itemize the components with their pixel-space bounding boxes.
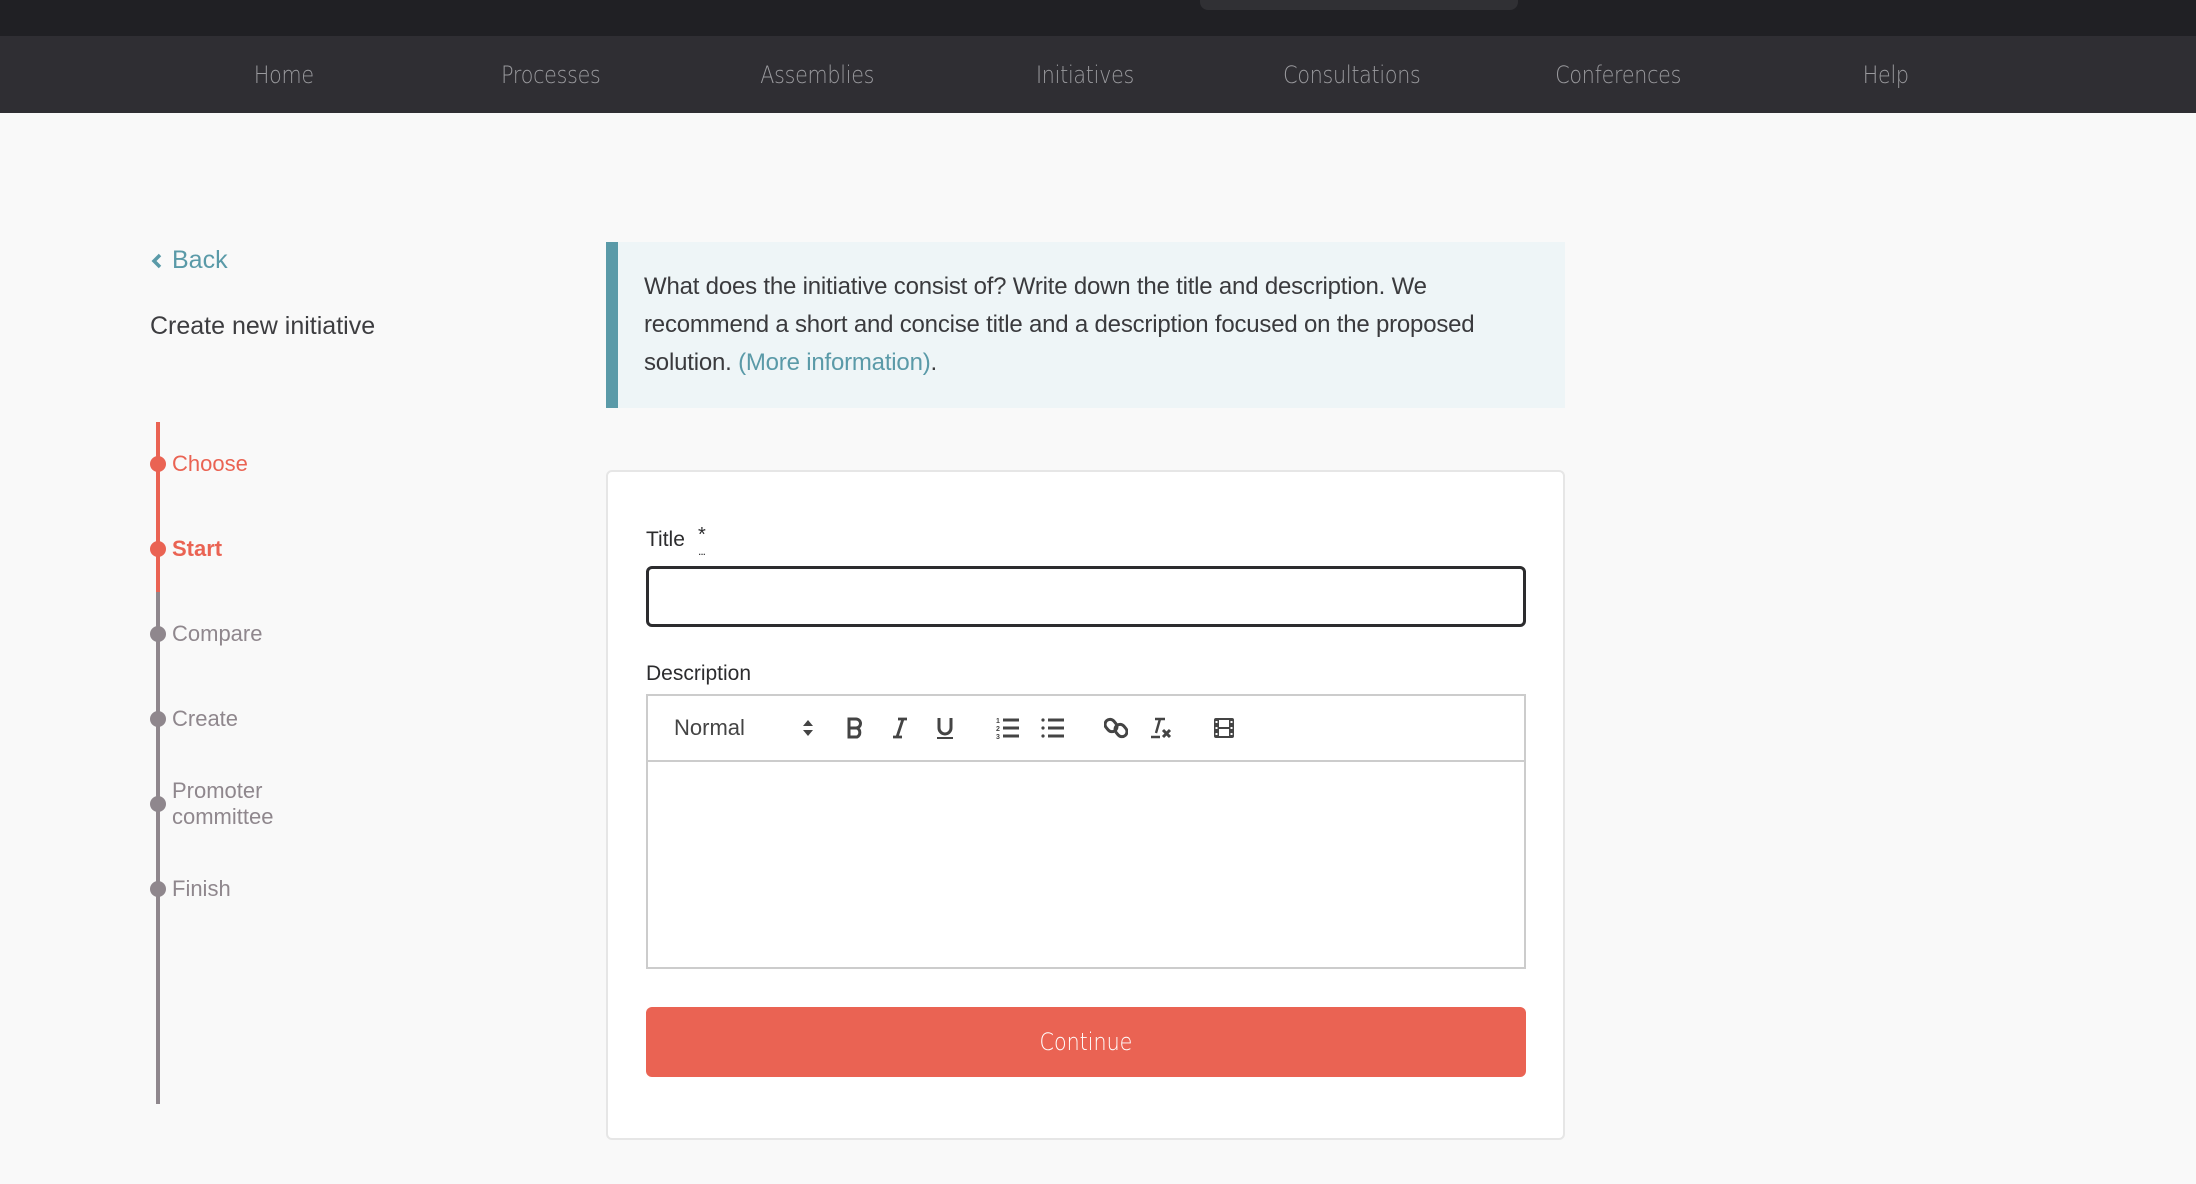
format-select-value: Normal [674, 715, 745, 740]
callout-text: What does the initiative consist of? Wri… [644, 268, 1539, 382]
title-input[interactable] [646, 566, 1526, 627]
video-button[interactable] [1201, 708, 1246, 748]
underline-icon [936, 718, 953, 739]
format-select[interactable]: Normal [674, 715, 814, 741]
top-bar [0, 0, 2196, 36]
step-choose: Choose [150, 449, 248, 479]
page-heading: Create new initiative [150, 312, 376, 340]
step-label: Create [172, 706, 239, 731]
video-icon [1213, 718, 1234, 738]
editor-toolbar: Normal 123 [648, 696, 1524, 762]
info-callout: What does the initiative consist of? Wri… [606, 242, 1565, 408]
step-dot [150, 456, 166, 472]
main-navigation: Home Processes Assemblies Initiatives Co… [0, 36, 2196, 113]
nav-item-initiatives[interactable]: Initiatives [951, 36, 1218, 113]
italic-icon [892, 717, 907, 739]
step-compare: Compare [150, 619, 262, 649]
step-label: Choose [172, 451, 248, 476]
nav-item-assemblies[interactable]: Assemblies [684, 36, 951, 113]
step-dot [150, 541, 166, 557]
step-create: Create [150, 704, 238, 734]
chevron-left-icon [151, 253, 162, 268]
step-finish: Finish [150, 874, 231, 904]
continue-button[interactable]: Continue [646, 1007, 1526, 1077]
continue-label: Continue [1039, 1028, 1133, 1056]
nav-item-processes[interactable]: Processes [417, 36, 684, 113]
ordered-list-icon: 123 [996, 718, 1019, 740]
nav-item-label: Home [253, 60, 314, 89]
more-information-link[interactable]: (More information) [738, 349, 931, 376]
step-label: Start [172, 536, 223, 561]
step-label: Promoter committee [172, 778, 274, 829]
step-label: Compare [172, 621, 263, 646]
ordered-list-button[interactable]: 123 [985, 708, 1030, 748]
initiative-form: Title * ... Description Normal 123 Conti… [606, 470, 1565, 1140]
description-label: Description [646, 662, 752, 685]
bold-button[interactable] [832, 708, 877, 748]
step-dot [150, 711, 166, 727]
svg-text:1: 1 [996, 718, 1000, 725]
description-editor-body[interactable] [648, 762, 1524, 967]
nav-item-home[interactable]: Home [150, 36, 417, 113]
steps-progress-line [156, 422, 160, 592]
nav-item-label: Conferences [1555, 60, 1682, 89]
step-dot [150, 626, 166, 642]
svg-text:2: 2 [996, 726, 1000, 733]
nav-item-consultations[interactable]: Consultations [1218, 36, 1485, 113]
underline-button[interactable] [922, 708, 967, 748]
nav-item-label: Initiatives [1035, 60, 1134, 89]
nav-item-conferences[interactable]: Conferences [1485, 36, 1752, 113]
nav-item-label: Help [1862, 60, 1909, 89]
step-label: Finish [172, 876, 231, 901]
step-dot [150, 796, 166, 812]
required-abbr: ... [698, 544, 706, 558]
nav-item-label: Consultations [1282, 60, 1421, 89]
description-editor: Normal 123 [646, 694, 1526, 969]
top-bar-tab[interactable] [1200, 0, 1518, 10]
step-dot [150, 881, 166, 897]
clear-format-icon [1150, 717, 1171, 739]
link-icon [1103, 717, 1128, 739]
back-link[interactable]: Back [150, 246, 228, 275]
select-arrows-icon [803, 720, 813, 736]
back-label: Back [172, 246, 228, 274]
nav-item-label: Assemblies [760, 60, 875, 89]
clear-format-button[interactable] [1138, 708, 1183, 748]
step-start: Start [150, 534, 222, 564]
svg-text:3: 3 [996, 734, 1000, 740]
italic-button[interactable] [877, 708, 922, 748]
title-label: Title [646, 528, 685, 551]
bullet-list-icon [1040, 718, 1064, 738]
callout-suffix: . [930, 349, 938, 376]
nav-item-help[interactable]: Help [1752, 36, 2019, 113]
nav-item-label: Processes [500, 60, 601, 89]
bold-icon [847, 717, 862, 739]
step-promoter-committee: Promoter committee [150, 778, 273, 829]
bullet-list-button[interactable] [1030, 708, 1075, 748]
steps-remaining-line [156, 592, 160, 1104]
link-button[interactable] [1093, 708, 1138, 748]
